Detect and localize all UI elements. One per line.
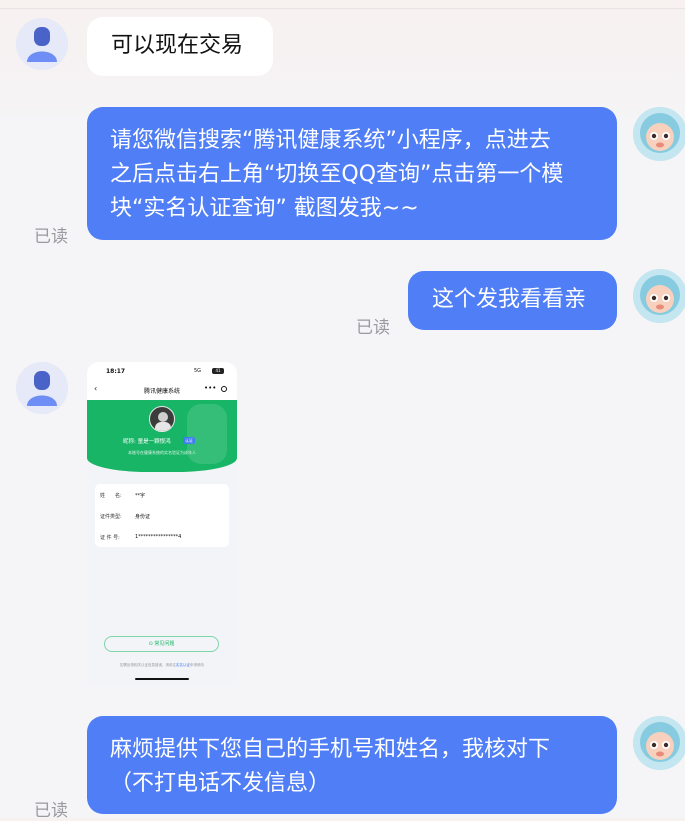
more-menu-icon[interactable]: ••• [204,384,216,392]
footer-suffix: 申请修改 [190,663,204,667]
field-value: **宇 [135,493,146,499]
field-label: 证件类型: [100,514,122,520]
user-silhouette-icon [16,18,68,70]
footer-note: 如需反馈相关认证信息错误，请前往实名认证申请修改 [87,663,237,668]
field-label: 证 件 号: [100,535,120,541]
read-status: 已读 [34,801,68,821]
status-time: 18:17 [106,368,126,375]
nickname-text: 昵称: 童是一颗恨鸿 [123,439,171,445]
message-bubble-outgoing[interactable]: 这个发我看看亲 [408,271,617,330]
message-text: 可以现在交易 [111,33,244,58]
message-text-line: 之后点击右上角“切换至QQ查询”点击第一个模 [110,162,564,187]
my-avatar[interactable] [633,716,685,770]
field-value: 身份证 [135,514,151,520]
message-text-line: （不打电话不发信息） [110,771,331,796]
footer-prefix: 如需反馈相关认证信息错误，请前往 [120,663,176,667]
contact-avatar[interactable] [16,18,68,70]
message-bubble-incoming[interactable]: 可以现在交易 [87,17,273,76]
read-status: 已读 [34,227,68,247]
cartoon-avatar-icon [633,269,685,323]
my-avatar[interactable] [633,107,685,161]
message-text-line: 请您微信搜索“腾讯健康系统”小程序，点进去 [110,128,551,153]
faq-button[interactable]: ⊙ 常见问题 [104,636,219,652]
message-bubble-outgoing[interactable]: 麻烦提供下您自己的手机号和姓名，我核对下 （不打电话不发信息） [87,716,617,814]
message-text: 这个发我看看亲 [432,287,587,312]
home-indicator [135,678,189,680]
footer-link[interactable]: 实名认证 [176,663,190,667]
message-text-line: 麻烦提供下您自己的手机号和姓名，我核对下 [110,737,551,762]
close-target-icon[interactable] [221,386,227,392]
field-label: 姓 名: [100,493,122,499]
info-card: 姓 名: **宇 证件类型: 身份证 证 件 号: 1*************… [95,484,229,547]
message-text-line: 块“实名认证查询” 截图发我~~ [110,196,419,221]
field-value: 1****************4 [135,534,182,540]
faq-label: 常见问题 [154,641,175,647]
profile-photo [149,406,175,432]
contact-avatar[interactable] [16,362,68,414]
battery-icon: 41 [212,368,224,374]
read-status: 已读 [356,318,390,338]
image-message-screenshot[interactable]: 18:17 5G 41 ‹ 腾讯健康系统 ••• 昵称: 童是一颗恨鸿 认证 本… [87,362,237,686]
message-bubble-outgoing[interactable]: 请您微信搜索“腾讯健康系统”小程序，点进去 之后点击右上角“切换至QQ查询”点击… [87,107,617,240]
cartoon-avatar-icon [633,107,685,161]
top-divider [0,8,685,9]
status-signal: 5G [194,368,202,374]
verified-tag: 认证 [183,437,195,444]
user-silhouette-icon [16,362,68,414]
cartoon-avatar-icon [633,716,685,770]
verification-subtitle: 本账号在健康系统的实名验证为成年人 [128,450,196,455]
my-avatar[interactable] [633,269,685,323]
